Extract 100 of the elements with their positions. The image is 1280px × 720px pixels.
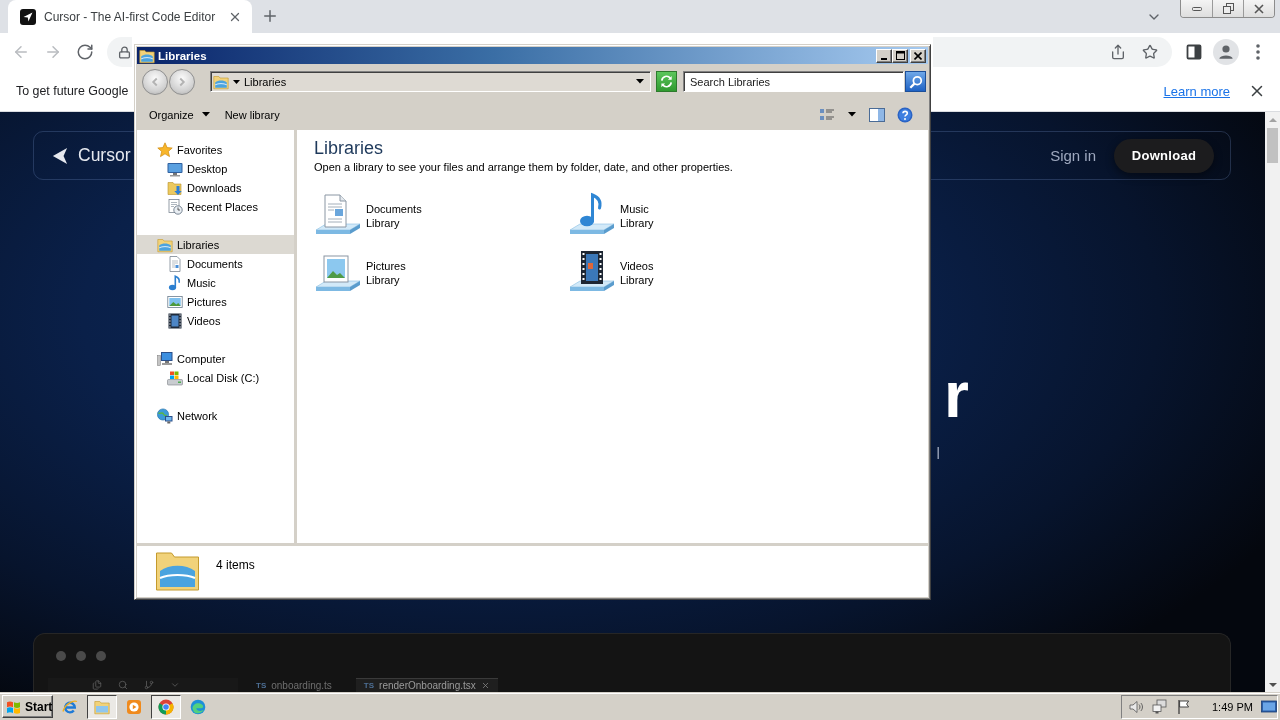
- help-icon: [897, 106, 913, 123]
- document-clock-icon: [167, 198, 183, 215]
- desktop-icon: [1260, 698, 1277, 715]
- taskbar-app-button[interactable]: [151, 694, 181, 719]
- edge-icon: [190, 698, 206, 715]
- search-button[interactable]: [905, 71, 926, 92]
- picture-icon: [167, 293, 183, 310]
- nav-item[interactable]: Documents: [137, 254, 294, 273]
- refresh-icon: [659, 74, 674, 89]
- search-field[interactable]: Search Libraries: [683, 71, 904, 92]
- nav-item[interactable]: Music: [137, 273, 294, 292]
- arrow-right-icon: [44, 43, 62, 61]
- speaker-icon: [1128, 698, 1144, 715]
- library-item[interactable]: Pictures Library: [314, 248, 514, 298]
- document-icon: [167, 255, 183, 272]
- nav-item[interactable]: Downloads: [137, 178, 294, 197]
- item-count: 4 items: [216, 558, 255, 572]
- page-description: Open a library to see your files and arrange them by folder, date, and other properties.: [314, 160, 734, 174]
- caret-icon: [233, 79, 240, 84]
- scroll-thumb[interactable]: [1267, 128, 1278, 163]
- hero-headline: r: [944, 363, 969, 427]
- window-dot-icon: [96, 651, 106, 661]
- command-button[interactable]: Organize: [143, 103, 216, 126]
- files-icon: [92, 680, 102, 690]
- download-folder-icon: [167, 179, 183, 196]
- close-button[interactable]: [1243, 0, 1274, 17]
- music-note-icon: [167, 274, 183, 291]
- maximize-button[interactable]: [892, 48, 908, 63]
- reload-icon: [76, 43, 94, 61]
- share-icon: [1110, 44, 1126, 60]
- window-title: Libraries: [158, 49, 207, 62]
- star-icon: [1142, 44, 1158, 60]
- maximize-icon: [895, 51, 905, 60]
- restore-icon: [1222, 3, 1234, 14]
- address-bar[interactable]: Libraries: [210, 71, 651, 92]
- show-desktop-button[interactable]: [1260, 698, 1277, 715]
- globe-monitor-icon: [157, 407, 173, 424]
- favicon-icon: [20, 8, 36, 25]
- search-icon: [118, 680, 128, 690]
- branch-icon: [144, 680, 154, 690]
- minimize-button[interactable]: [876, 48, 892, 63]
- command-button[interactable]: New library: [218, 103, 286, 126]
- nav-item[interactable]: Desktop: [137, 159, 294, 178]
- sign-in-link[interactable]: Sign in: [1050, 147, 1096, 164]
- internet-explorer-icon: [62, 698, 78, 715]
- side-panel-icon: [1186, 44, 1202, 60]
- caret-up-icon: [1268, 117, 1277, 122]
- library-folder-icon: [157, 236, 173, 253]
- caret-down-icon: [1268, 682, 1277, 687]
- minimize-icon: [881, 57, 887, 60]
- folder-icon: [94, 698, 110, 715]
- site-logo-text: Cursor: [78, 145, 131, 166]
- nav-item[interactable]: Recent Places: [137, 197, 294, 216]
- network-icon: [1152, 698, 1168, 715]
- nav-item[interactable]: Network: [137, 406, 294, 425]
- hero-subtitle: I: [936, 446, 941, 462]
- triangle-logo-icon: [52, 147, 68, 164]
- start-button[interactable]: Start: [2, 695, 53, 718]
- nav-item[interactable]: Pictures: [137, 292, 294, 311]
- preview-pane-icon: [869, 106, 885, 123]
- star-icon: [157, 141, 173, 158]
- restore-button[interactable]: [1212, 0, 1243, 17]
- nav-item[interactable]: Libraries: [137, 235, 294, 254]
- address-bar[interactable]: [107, 37, 132, 67]
- library-item[interactable]: Videos Library: [568, 248, 768, 298]
- film-icon: [167, 312, 183, 329]
- download-button[interactable]: Download: [1114, 138, 1214, 173]
- lock-icon: [118, 45, 131, 59]
- library-folder-icon: [139, 47, 155, 64]
- computer-icon: [157, 350, 173, 367]
- search-icon: [908, 74, 923, 89]
- browser-tab[interactable]: Cursor - The AI-first Code Editor: [8, 0, 252, 33]
- nav-item[interactable]: Videos: [137, 311, 294, 330]
- flag-icon: [1176, 698, 1192, 715]
- plus-icon: [261, 7, 279, 25]
- editor-tab[interactable]: TS onboarding.ts: [248, 678, 340, 692]
- refresh-button[interactable]: [656, 71, 677, 92]
- page-heading: Libraries: [314, 137, 385, 159]
- nav-item[interactable]: Local Disk (C:): [137, 368, 294, 387]
- infobar-message: To get future Google: [16, 84, 129, 98]
- nav-item[interactable]: Computer: [137, 349, 294, 368]
- chrome-icon: [158, 698, 174, 715]
- close-icon: [480, 681, 490, 690]
- library-item[interactable]: Documents Library: [314, 191, 514, 241]
- editor-tab[interactable]: TS renderOnboarding.tsx: [355, 678, 498, 692]
- caret-icon: [636, 79, 644, 84]
- clock: 1:49 PM: [1212, 700, 1253, 713]
- window-dot-icon: [56, 651, 66, 661]
- taskbar-app-button[interactable]: [87, 694, 117, 719]
- nav-item[interactable]: Favorites: [137, 140, 294, 159]
- profile-button[interactable]: [1210, 36, 1242, 68]
- windows-flag-icon: [6, 698, 22, 715]
- minimize-icon: [1191, 6, 1202, 11]
- monitor-icon: [167, 160, 183, 177]
- minimize-button[interactable]: [1181, 0, 1212, 17]
- media-player-icon: [126, 698, 142, 715]
- close-icon: [1254, 3, 1264, 14]
- learn-more-link[interactable]: Learn more: [1163, 83, 1230, 99]
- chevron-down-icon: [170, 680, 180, 690]
- library-item[interactable]: Music Library: [568, 191, 768, 241]
